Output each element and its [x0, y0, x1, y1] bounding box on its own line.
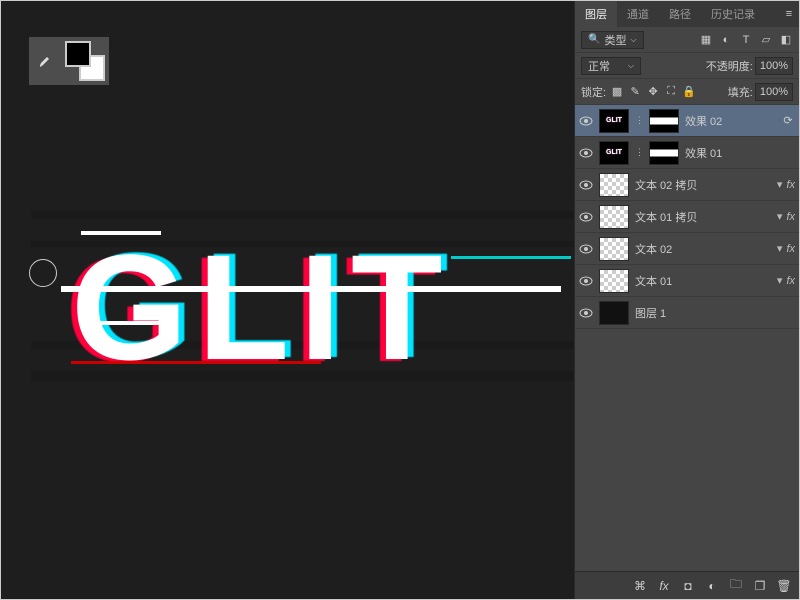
layer-mask-thumbnail[interactable]	[649, 109, 679, 133]
visibility-toggle[interactable]	[579, 210, 593, 224]
visibility-toggle[interactable]	[579, 178, 593, 192]
layer-name[interactable]: 文本 02	[635, 241, 771, 257]
brush-tool-icon[interactable]	[33, 48, 59, 74]
layer-thumbnail[interactable]	[599, 205, 629, 229]
layer-row[interactable]: 文本 02 ▾fx	[575, 233, 799, 265]
layers-panel: 图层 通道 路径 历史记录 ≡ 🔍 类型 ⌵ ▦ ◐ T ▱ ◧ 正常 ⌵	[574, 1, 799, 599]
filter-label: 类型	[604, 32, 626, 48]
visibility-toggle[interactable]	[579, 114, 593, 128]
filter-smart-icon[interactable]: ◧	[779, 33, 793, 47]
layer-name[interactable]: 文本 01	[635, 273, 771, 289]
glitch-layer-white: GLIT	[71, 221, 453, 394]
mask-icon[interactable]: ◘	[681, 579, 695, 593]
layer-fx-indicator[interactable]: ▾fx	[777, 242, 795, 255]
layer-row[interactable]: 文本 01 ▾fx	[575, 265, 799, 297]
lock-brush-icon[interactable]: ✎	[628, 85, 642, 99]
tab-paths[interactable]: 路径	[659, 1, 701, 27]
lock-artboard-icon[interactable]: ⛶	[664, 85, 678, 99]
lock-row: 锁定: ▩ ✎ ✥ ⛶ 🔒 填充: 100%	[575, 79, 799, 105]
filter-shape-icon[interactable]: ▱	[759, 33, 773, 47]
blend-mode-value: 正常	[588, 58, 610, 74]
canvas-area[interactable]: GLIT GLIT GLIT	[1, 1, 574, 599]
layer-row[interactable]: 文本 02 拷贝 ▾fx	[575, 169, 799, 201]
filter-type-select[interactable]: 🔍 类型 ⌵	[581, 31, 644, 49]
layer-thumbnail[interactable]	[599, 173, 629, 197]
layer-thumbnail[interactable]	[599, 109, 629, 133]
link-layers-icon[interactable]: ⌘	[633, 579, 647, 593]
tab-layers[interactable]: 图层	[575, 1, 617, 27]
layer-name[interactable]: 图层 1	[635, 305, 795, 321]
layer-fx-indicator[interactable]: ▾fx	[777, 178, 795, 191]
foreground-color-swatch[interactable]	[65, 41, 91, 67]
layer-row[interactable]: 图层 1	[575, 297, 799, 329]
visibility-toggle[interactable]	[579, 306, 593, 320]
tab-channels[interactable]: 通道	[617, 1, 659, 27]
panel-menu-icon[interactable]: ≡	[779, 1, 799, 27]
opacity-label: 不透明度:	[706, 58, 753, 74]
layer-thumbnail[interactable]	[599, 269, 629, 293]
fill-input[interactable]: 100%	[755, 83, 793, 101]
layers-list: ⋮效果 02⟳⋮效果 01文本 02 拷贝▾fx文本 01 拷贝▾fx文本 02…	[575, 105, 799, 571]
lock-position-icon[interactable]: ✥	[646, 85, 660, 99]
filter-adjust-icon[interactable]: ◐	[719, 33, 733, 47]
tool-preset-widget	[29, 37, 109, 85]
layer-name[interactable]: 文本 01 拷贝	[635, 209, 771, 225]
layer-row[interactable]: ⋮ 效果 02 ⟳	[575, 105, 799, 137]
filter-row: 🔍 类型 ⌵ ▦ ◐ T ▱ ◧	[575, 27, 799, 53]
layer-row[interactable]: ⋮ 效果 01	[575, 137, 799, 169]
group-icon[interactable]: 🗀	[729, 579, 743, 593]
fill-label: 填充:	[728, 84, 753, 100]
lock-all-icon[interactable]: 🔒	[682, 85, 696, 99]
layers-footer: ⌘ fx ◘ ◐ 🗀 ❐ 🗑	[575, 571, 799, 599]
blend-mode-select[interactable]: 正常 ⌵	[581, 57, 641, 75]
lock-label: 锁定:	[581, 84, 606, 100]
reveal-icon[interactable]: ⟳	[781, 114, 795, 128]
layer-name[interactable]: 效果 01	[685, 145, 795, 161]
fx-icon[interactable]: fx	[657, 579, 671, 593]
layer-thumbnail[interactable]	[599, 301, 629, 325]
panel-tabs: 图层 通道 路径 历史记录 ≡	[575, 1, 799, 27]
adjustment-icon[interactable]: ◐	[705, 579, 719, 593]
layer-thumbnail[interactable]	[599, 237, 629, 261]
opacity-input[interactable]: 100%	[755, 57, 793, 75]
layer-fx-indicator[interactable]: ▾fx	[777, 210, 795, 223]
mask-link-icon[interactable]: ⋮	[635, 115, 643, 126]
tab-history[interactable]: 历史记录	[701, 1, 765, 27]
blend-row: 正常 ⌵ 不透明度: 100%	[575, 53, 799, 79]
layer-row[interactable]: 文本 01 拷贝 ▾fx	[575, 201, 799, 233]
filter-pixel-icon[interactable]: ▦	[699, 33, 713, 47]
visibility-toggle[interactable]	[579, 274, 593, 288]
layer-thumbnail[interactable]	[599, 141, 629, 165]
filter-type-icon[interactable]: T	[739, 33, 753, 47]
mask-link-icon[interactable]: ⋮	[635, 147, 643, 158]
new-layer-icon[interactable]: ❐	[753, 579, 767, 593]
layer-mask-thumbnail[interactable]	[649, 141, 679, 165]
visibility-toggle[interactable]	[579, 146, 593, 160]
color-swatches[interactable]	[65, 41, 105, 81]
layer-name[interactable]: 效果 02	[685, 113, 775, 129]
layer-fx-indicator[interactable]: ▾fx	[777, 274, 795, 287]
visibility-toggle[interactable]	[579, 242, 593, 256]
layer-name[interactable]: 文本 02 拷贝	[635, 177, 771, 193]
trash-icon[interactable]: 🗑	[777, 579, 791, 593]
lock-pixels-icon[interactable]: ▩	[610, 85, 624, 99]
artwork-glitch-text: GLIT GLIT GLIT	[31, 221, 574, 371]
